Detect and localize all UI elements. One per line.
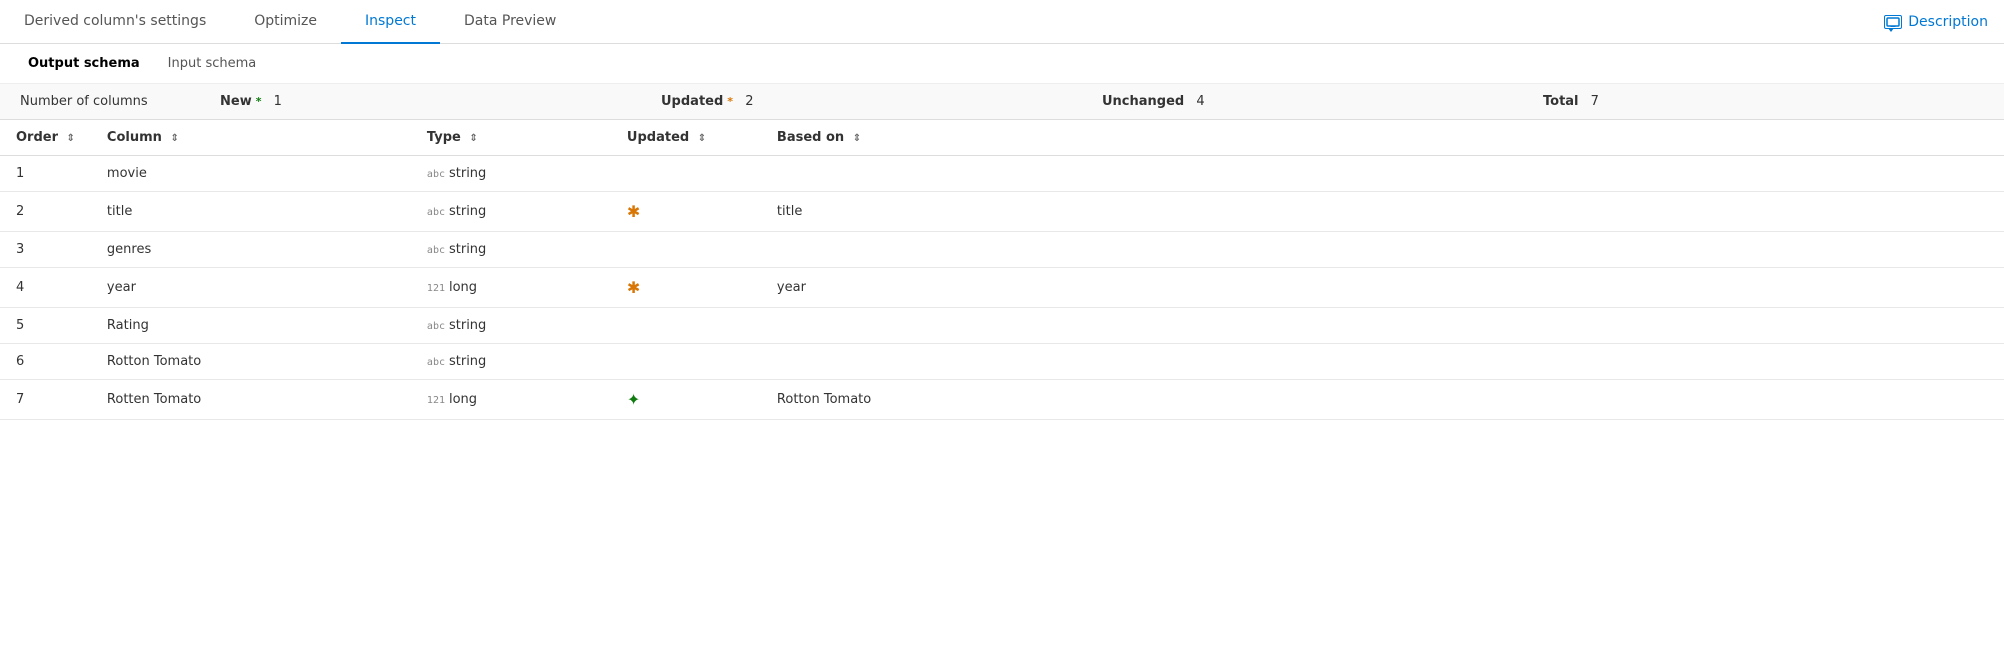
cell-basedon: year [761,268,2004,308]
updated-icon-orange: ✱ [627,202,640,221]
cell-order: 1 [0,156,91,192]
sort-icon-order: ⇕ [67,133,75,144]
type-prefix: abc [427,207,445,218]
cell-basedon: Rotton Tomato [761,380,2004,420]
cell-basedon [761,308,2004,344]
type-prefix: 121 [427,283,445,294]
summary-updated-badge: * [727,95,733,108]
summary-total-count: 7 [1591,94,1599,109]
type-prefix: abc [427,357,445,368]
sub-tab-bar: Output schema Input schema [0,44,2004,84]
cell-column: genres [91,232,411,268]
cell-type: 121long [411,380,611,420]
sort-icon-column: ⇕ [170,133,178,144]
table-container: Order ⇕ Column ⇕ Type ⇕ Updated ⇕ Based … [0,120,2004,420]
summary-row: Number of columns New * 1 Updated * 2 Unch… [0,84,2004,120]
type-prefix: abc [427,321,445,332]
table-body: 1movieabcstring2titleabcstring✱title3gen… [0,156,2004,420]
table-row: 7Rotten Tomato121long ✦ Rotton Tomato [0,380,2004,420]
summary-unchanged-count: 4 [1196,94,1204,109]
cell-order: 5 [0,308,91,344]
summary-unchanged-key: Unchanged [1102,94,1184,109]
cell-updated [611,344,761,380]
cell-type: abcstring [411,232,611,268]
header-order[interactable]: Order ⇕ [0,120,91,156]
header-column[interactable]: Column ⇕ [91,120,411,156]
schema-table: Order ⇕ Column ⇕ Type ⇕ Updated ⇕ Based … [0,120,2004,420]
summary-total-key: Total [1543,94,1579,109]
table-row: 4year121long✱year [0,268,2004,308]
table-row: 6Rotton Tomatoabcstring [0,344,2004,380]
type-prefix: abc [427,169,445,180]
updated-icon-green: ✦ [627,390,640,409]
cell-column: title [91,192,411,232]
sort-icon-updated: ⇕ [698,133,706,144]
header-basedon[interactable]: Based on ⇕ [761,120,2004,156]
cell-column: Rating [91,308,411,344]
cell-type: 121long [411,268,611,308]
cell-type: abcstring [411,156,611,192]
cell-column: movie [91,156,411,192]
cell-order: 7 [0,380,91,420]
description-button[interactable]: Description [1884,14,1988,30]
type-prefix: abc [427,245,445,256]
cell-column: Rotten Tomato [91,380,411,420]
cell-type: abcstring [411,308,611,344]
tab-data-preview[interactable]: Data Preview [440,0,580,44]
sub-tab-output[interactable]: Output schema [16,52,152,75]
cell-updated: ✱ [611,192,761,232]
sort-icon-type: ⇕ [469,133,477,144]
cell-type: abcstring [411,192,611,232]
table-header: Order ⇕ Column ⇕ Type ⇕ Updated ⇕ Based … [0,120,2004,156]
summary-total: Total 7 [1543,94,1984,109]
table-row: 5Ratingabcstring [0,308,2004,344]
tab-optimize[interactable]: Optimize [230,0,341,44]
table-row: 2titleabcstring✱title [0,192,2004,232]
summary-new-count: 1 [274,94,282,109]
cell-updated: ✱ [611,268,761,308]
cell-basedon [761,156,2004,192]
cell-order: 4 [0,268,91,308]
type-prefix: 121 [427,395,445,406]
tab-inspect[interactable]: Inspect [341,0,440,44]
cell-column: year [91,268,411,308]
summary-updated-key: Updated [661,94,723,109]
cell-order: 6 [0,344,91,380]
header-type[interactable]: Type ⇕ [411,120,611,156]
sort-icon-basedon: ⇕ [853,133,861,144]
tab-bar: Derived column's settings Optimize Inspe… [0,0,2004,44]
cell-type: abcstring [411,344,611,380]
cell-updated: ✦ [611,380,761,420]
summary-new-badge: * [256,95,262,108]
sub-tab-input[interactable]: Input schema [156,52,269,75]
header-updated[interactable]: Updated ⇕ [611,120,761,156]
summary-label: Number of columns [20,94,220,109]
summary-updated: Updated * 2 [661,94,1102,109]
cell-order: 3 [0,232,91,268]
cell-updated [611,232,761,268]
cell-basedon: title [761,192,2004,232]
cell-basedon [761,232,2004,268]
header-row: Order ⇕ Column ⇕ Type ⇕ Updated ⇕ Based … [0,120,2004,156]
tab-derived[interactable]: Derived column's settings [16,0,230,44]
description-icon [1884,15,1902,29]
summary-updated-count: 2 [745,94,753,109]
cell-column: Rotton Tomato [91,344,411,380]
updated-icon-orange: ✱ [627,278,640,297]
table-row: 1movieabcstring [0,156,2004,192]
table-row: 3genresabcstring [0,232,2004,268]
cell-basedon [761,344,2004,380]
cell-updated [611,156,761,192]
cell-updated [611,308,761,344]
cell-order: 2 [0,192,91,232]
summary-new-key: New [220,94,252,109]
summary-unchanged: Unchanged 4 [1102,94,1543,109]
summary-new: New * 1 [220,94,661,109]
